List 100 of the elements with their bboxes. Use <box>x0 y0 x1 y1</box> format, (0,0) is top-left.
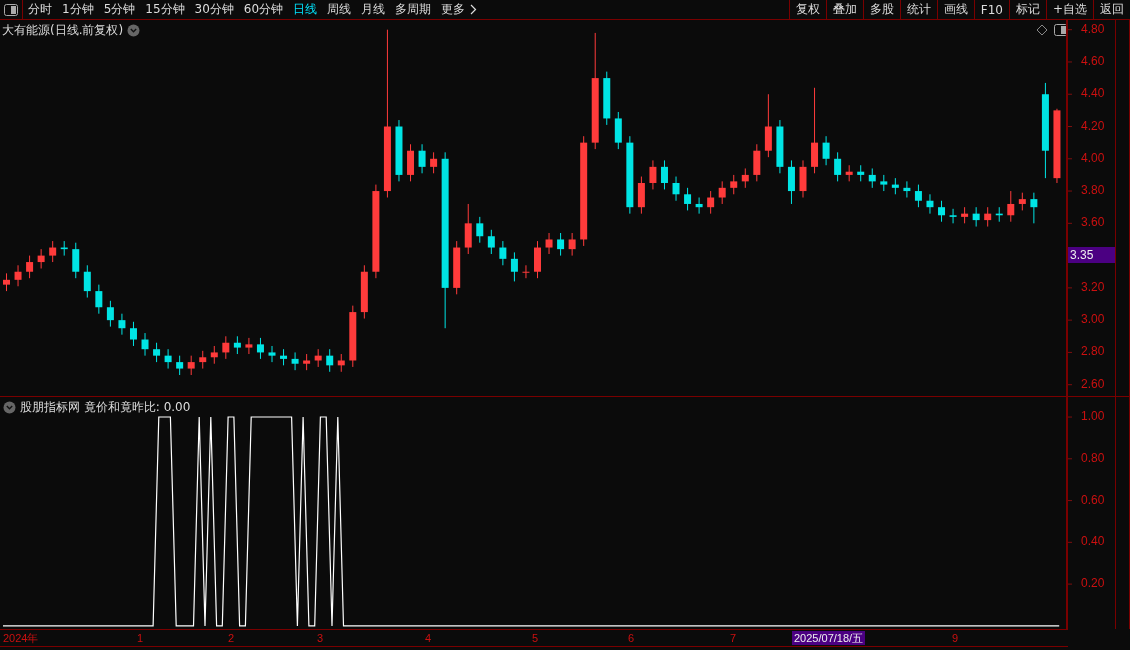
rising-candle <box>637 176 645 215</box>
toolbar-button[interactable]: 画线 <box>936 0 974 19</box>
more-button[interactable]: 更多 <box>436 0 483 19</box>
rising-candle <box>984 206 992 228</box>
falling-candle <box>787 159 795 205</box>
falling-candle <box>938 200 945 223</box>
falling-candle <box>995 206 1003 223</box>
rising-candle <box>649 159 657 190</box>
rising-candle <box>210 345 218 365</box>
period-tab[interactable]: 5分钟 <box>98 0 141 19</box>
falling-candle <box>972 206 980 228</box>
rising-candle <box>453 240 461 295</box>
price-axis-label: 4.00 <box>1081 150 1105 165</box>
rising-candle <box>187 355 195 376</box>
date-axis-label: 3 <box>317 631 324 645</box>
falling-candle <box>476 216 484 244</box>
rising-candle <box>49 240 57 263</box>
rising-candle <box>337 353 345 373</box>
falling-candle <box>510 251 518 282</box>
period-tab[interactable]: 周线 <box>322 0 357 19</box>
falling-candle <box>557 232 565 257</box>
rising-candle <box>199 350 207 370</box>
stock-title: 大有能源(日线.前复权) <box>2 22 124 39</box>
rising-candle <box>718 180 726 205</box>
falling-candle <box>695 197 703 215</box>
falling-candle <box>106 300 114 328</box>
falling-candle <box>95 284 103 315</box>
toolbar-button[interactable]: 多股 <box>862 0 900 19</box>
falling-candle <box>280 348 288 366</box>
rising-candle <box>1018 192 1026 211</box>
indicator-axis-label: 0.20 <box>1081 576 1105 591</box>
falling-candle <box>880 174 888 192</box>
rising-candle <box>845 164 853 182</box>
rising-candle <box>314 348 322 368</box>
falling-candle <box>926 193 934 215</box>
period-tab[interactable]: 日线 <box>288 0 323 19</box>
period-tab[interactable]: 15分钟 <box>140 0 190 19</box>
falling-candle <box>72 242 80 279</box>
current-price-tag: 3.35 <box>1068 247 1116 263</box>
falling-candle <box>891 177 899 195</box>
price-axis-label: 3.60 <box>1081 215 1105 230</box>
falling-candle <box>291 351 299 371</box>
rising-candle <box>799 159 807 198</box>
price-axis-label: 4.40 <box>1081 86 1105 101</box>
falling-candle <box>326 348 334 373</box>
falling-candle <box>1030 192 1038 224</box>
diamond-icon[interactable] <box>1036 24 1048 36</box>
toolbar-button[interactable]: 标记 <box>1008 0 1046 19</box>
falling-candle <box>118 313 126 336</box>
falling-candle <box>603 71 611 126</box>
toolbar-button[interactable]: 返回 <box>1093 0 1130 19</box>
toolbar-button[interactable]: 复权 <box>788 0 826 19</box>
price-axis-label: 3.80 <box>1081 183 1105 198</box>
rising-candle <box>545 232 553 255</box>
falling-candle <box>949 208 957 224</box>
rising-candle <box>568 232 576 257</box>
toolbar-button[interactable]: F10 <box>973 0 1009 19</box>
falling-candle <box>141 332 149 357</box>
date-axis-label: 2024年 <box>3 631 39 645</box>
toolbar-button[interactable]: 统计 <box>899 0 937 19</box>
falling-candle <box>684 187 692 211</box>
period-tab[interactable]: 月线 <box>356 0 391 19</box>
rising-candle <box>3 272 10 292</box>
period-tab[interactable]: 30分钟 <box>189 0 239 19</box>
rising-candle <box>961 206 969 224</box>
chevron-right-icon <box>470 4 478 15</box>
falling-candle <box>914 184 922 208</box>
rising-candle <box>245 337 253 355</box>
price-axis-label: 4.20 <box>1081 118 1105 133</box>
date-axis-label: 6 <box>628 631 635 645</box>
price-axis-label: 2.60 <box>1081 376 1105 391</box>
price-axis-label: 4.60 <box>1081 53 1105 68</box>
toolbar-button[interactable]: 叠加 <box>825 0 863 19</box>
falling-candle <box>487 229 495 255</box>
rising-candle <box>222 335 230 360</box>
date-axis-label: 4 <box>425 631 432 645</box>
rising-candle <box>764 93 772 158</box>
falling-candle <box>130 321 137 347</box>
falling-candle <box>776 119 784 174</box>
date-axis-label: 1 <box>137 631 144 645</box>
rising-candle <box>430 151 438 174</box>
period-tab[interactable]: 分时 <box>23 0 57 19</box>
dropdown-icon[interactable] <box>3 401 16 414</box>
period-tab[interactable]: 60分钟 <box>238 0 289 19</box>
rising-candle <box>522 264 530 279</box>
rising-candle <box>303 353 311 371</box>
falling-candle <box>233 335 241 355</box>
price-axis-label: 3.00 <box>1081 312 1105 327</box>
dropdown-icon[interactable] <box>127 24 141 37</box>
rising-candle <box>753 143 761 182</box>
panel-toggle-icon[interactable] <box>1054 24 1068 36</box>
falling-candle <box>857 164 865 182</box>
falling-candle <box>60 240 68 257</box>
indicator-axis-label: 0.40 <box>1081 534 1105 549</box>
period-tab[interactable]: 多周期 <box>390 0 437 19</box>
falling-candle <box>176 355 184 376</box>
rising-candle <box>26 255 34 279</box>
date-axis-label: 2 <box>228 631 235 645</box>
toolbar-button[interactable]: +自选 <box>1045 0 1093 19</box>
period-tab[interactable]: 1分钟 <box>57 0 99 19</box>
